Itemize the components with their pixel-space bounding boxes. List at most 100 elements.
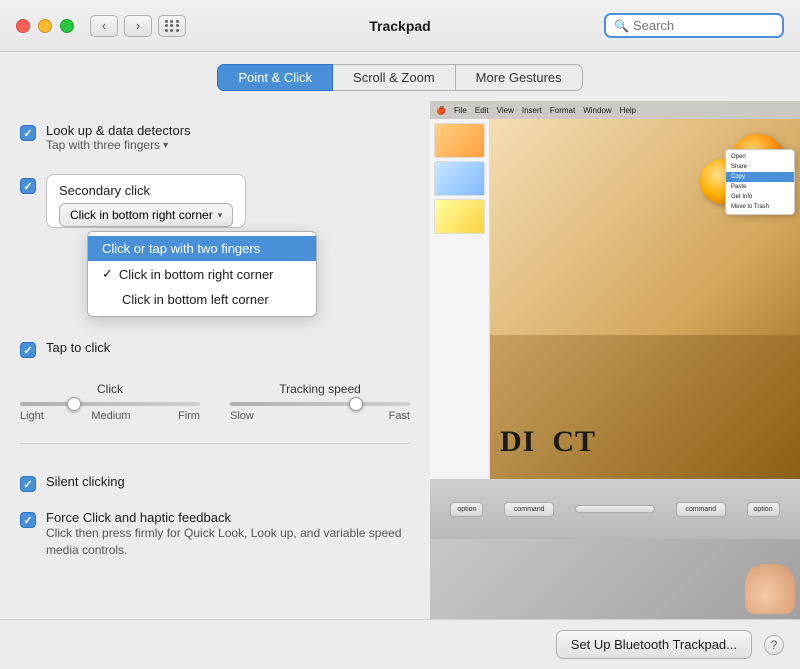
tracking-speed-labels: Slow Fast [230,410,410,422]
sim-view-menu: View [497,106,514,115]
look-up-setting: ✓ Look up & data detectors Tap with thre… [20,117,410,158]
grid-button[interactable] [158,15,186,37]
check-mark: ✓ [102,266,113,282]
forward-button[interactable]: › [124,15,152,37]
main-content: ✓ Look up & data detectors Tap with thre… [0,101,800,619]
tab-point-click[interactable]: Point & Click [217,64,333,91]
dropdown-item-two-fingers[interactable]: Click or tap with two fingers [88,236,316,261]
preview-screen: 🍎 File Edit View Insert Format Window He… [430,101,800,479]
check-icon: ✓ [23,180,32,193]
check-icon: ✓ [23,344,32,357]
force-click-description: Click then press firmly for Quick Look, … [46,525,410,559]
secondary-click-label: Secondary click [59,183,233,198]
back-button[interactable]: ‹ [90,15,118,37]
click-slider-group: Click Light Medium Firm [20,382,200,422]
tap-to-click-label: Tap to click [46,340,110,355]
sim-key-command-left: command [504,502,554,517]
window-title: Trackpad [369,18,430,34]
sim-trackpad-area [430,539,800,619]
sim-help-menu: Help [620,106,636,115]
nav-buttons: ‹ › [90,15,152,37]
help-button[interactable]: ? [764,635,784,655]
sim-key-command-right: command [676,502,726,517]
sim-ctx-paste: Paste [726,182,794,192]
sim-hand [745,564,795,614]
sim-keyboard: option command command option [430,479,800,539]
silent-clicking-label: Silent clicking [46,474,125,489]
tracking-speed-title: Tracking speed [279,382,361,396]
bottom-bar: Set Up Bluetooth Trackpad... ? [0,619,800,669]
click-label-light: Light [20,410,44,422]
sliders-section: Click Light Medium Firm Tracking speed S… [20,372,410,427]
chevron-down-icon: ▾ [163,140,168,151]
sim-main-view: DI CT Open Share Copy Paste Get Info Mov… [490,119,800,479]
click-slider-thumb[interactable] [67,397,81,411]
sim-context-menu: Open Share Copy Paste Get Info Move to T… [725,149,795,215]
click-slider-labels: Light Medium Firm [20,410,200,422]
tap-to-click-checkbox[interactable]: ✓ [20,342,36,358]
sim-ctx-trash: Move to Trash [726,202,794,212]
sim-key-option-left: option [450,502,483,517]
close-button[interactable] [16,19,30,33]
dropdown-menu: Click or tap with two fingers ✓ Click in… [87,231,317,317]
force-click-setting: ✓ Force Click and haptic feedback Click … [20,504,410,565]
dropdown-item-bottom-right[interactable]: ✓ Click in bottom right corner [88,261,316,287]
preview-content: 🍎 File Edit View Insert Format Window He… [430,101,800,479]
sim-app: DI CT Open Share Copy Paste Get Info Mov… [430,119,800,479]
grid-icon [165,20,180,32]
tab-more-gestures[interactable]: More Gestures [456,64,583,91]
check-icon: ✓ [23,127,32,140]
tracking-speed-group: Tracking speed Slow Fast [230,382,410,422]
click-slider-track[interactable] [20,402,200,406]
sim-thumb-3 [434,199,485,234]
titlebar: ‹ › Trackpad 🔍 [0,0,800,52]
search-input[interactable] [633,18,774,33]
speed-label-slow: Slow [230,410,254,422]
sim-apple-menu: 🍎 [436,106,446,115]
sim-insert-menu: Insert [522,106,542,115]
maximize-button[interactable] [60,19,74,33]
sim-ctx-info: Get Info [726,192,794,202]
tracking-speed-track[interactable] [230,402,410,406]
sim-format-menu: Format [550,106,575,115]
tracking-speed-thumb[interactable] [349,397,363,411]
secondary-click-dropdown[interactable]: Click in bottom right corner ▾ [59,203,233,227]
check-icon: ✓ [23,514,32,527]
dropdown-arrow-icon: ▾ [218,210,223,221]
sim-thumb-1 [434,123,485,158]
secondary-click-setting: ✓ Secondary click Click in bottom right … [20,166,410,236]
force-click-content: Force Click and haptic feedback Click th… [46,510,410,559]
dropdown-item-bottom-left[interactable]: Click in bottom left corner [88,287,316,312]
silent-clicking-setting: ✓ Silent clicking [20,468,410,498]
tap-to-click-labels: Tap to click [46,340,110,355]
check-icon: ✓ [23,478,32,491]
left-panel: ✓ Look up & data detectors Tap with thre… [0,101,430,619]
speed-label-fast: Fast [389,410,410,422]
separator [20,443,410,444]
force-click-checkbox[interactable]: ✓ [20,512,36,528]
mac-preview: 🍎 File Edit View Insert Format Window He… [430,101,800,619]
tap-to-click-setting: ✓ Tap to click [20,334,410,364]
bluetooth-trackpad-button[interactable]: Set Up Bluetooth Trackpad... [556,630,752,659]
sim-ctx-copy: Copy [726,172,794,182]
secondary-click-checkbox[interactable]: ✓ [20,178,36,194]
click-label-firm: Firm [178,410,200,422]
silent-clicking-checkbox[interactable]: ✓ [20,476,36,492]
look-up-checkbox[interactable]: ✓ [20,125,36,141]
minimize-button[interactable] [38,19,52,33]
sim-window-menu: Window [583,106,611,115]
tab-scroll-zoom[interactable]: Scroll & Zoom [333,64,456,91]
window-controls [16,19,74,33]
look-up-sublabel[interactable]: Tap with three fingers ▾ [46,138,191,152]
tabs-bar: Point & Click Scroll & Zoom More Gesture… [0,52,800,101]
sim-file-menu: File [454,106,467,115]
sim-ctx-share: Share [726,162,794,172]
sim-big-text: DI CT [500,425,596,459]
secondary-click-content: Secondary click Click in bottom right co… [46,172,246,230]
look-up-labels: Look up & data detectors Tap with three … [46,123,191,152]
secondary-click-header: Secondary click Click in bottom right co… [47,175,245,227]
click-slider-title: Click [97,382,123,396]
search-box[interactable]: 🔍 [604,13,784,38]
sim-key-space [575,505,655,513]
click-label-medium: Medium [91,410,130,422]
